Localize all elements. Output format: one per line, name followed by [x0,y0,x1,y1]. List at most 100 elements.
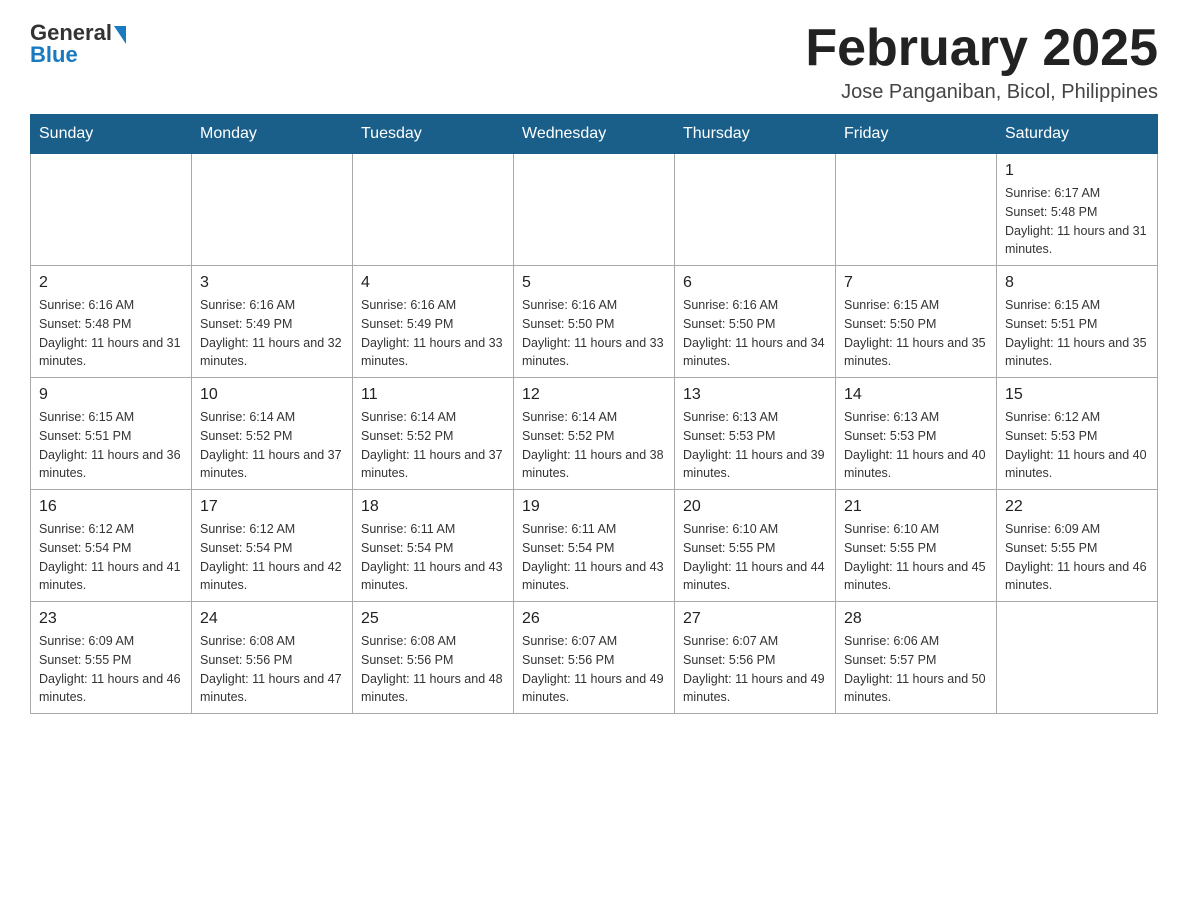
day-info: Sunrise: 6:08 AMSunset: 5:56 PMDaylight:… [361,632,505,707]
location-title: Jose Panganiban, Bicol, Philippines [805,81,1158,104]
day-number: 28 [844,610,988,628]
day-number: 6 [683,274,827,292]
day-info: Sunrise: 6:09 AMSunset: 5:55 PMDaylight:… [1005,520,1149,595]
day-info: Sunrise: 6:16 AMSunset: 5:49 PMDaylight:… [200,296,344,371]
header-sunday: Sunday [31,115,192,154]
header-tuesday: Tuesday [353,115,514,154]
day-info: Sunrise: 6:10 AMSunset: 5:55 PMDaylight:… [844,520,988,595]
day-number: 22 [1005,498,1149,516]
day-info: Sunrise: 6:10 AMSunset: 5:55 PMDaylight:… [683,520,827,595]
day-number: 13 [683,386,827,404]
header-wednesday: Wednesday [514,115,675,154]
page-header: General Blue February 2025 Jose Panganib… [30,20,1158,104]
day-number: 5 [522,274,666,292]
day-info: Sunrise: 6:14 AMSunset: 5:52 PMDaylight:… [522,408,666,483]
day-number: 21 [844,498,988,516]
day-number: 2 [39,274,183,292]
table-row: 13Sunrise: 6:13 AMSunset: 5:53 PMDayligh… [675,378,836,490]
table-row: 6 Sunrise: 6:16 AMSunset: 5:50 PMDaylight… [675,266,836,378]
day-number: 14 [844,386,988,404]
day-info: Sunrise: 6:16 AMSunset: 5:50 PMDaylight:… [683,296,827,371]
table-row: 26 Sunrise: 6:07 AMSunset: 5:56 PMDayligh… [514,602,675,714]
table-row: 16Sunrise: 6:12 AMSunset: 5:54 PMDayligh… [31,490,192,602]
calendar-table: Sunday Monday Tuesday Wednesday Thursday… [30,114,1158,714]
header-saturday: Saturday [997,115,1158,154]
table-row [192,154,353,266]
day-info: Sunrise: 6:09 AMSunset: 5:55 PMDaylight:… [39,632,183,707]
calendar-week-row: 23Sunrise: 6:09 AMSunset: 5:55 PMDayligh… [31,602,1158,714]
day-number: 19 [522,498,666,516]
day-number: 24 [200,610,344,628]
day-number: 7 [844,274,988,292]
calendar-week-row: 2 Sunrise: 6:16 AMSunset: 5:48 PMDaylight… [31,266,1158,378]
day-info: Sunrise: 6:07 AMSunset: 5:56 PMDaylight:… [683,632,827,707]
table-row: 8 Sunrise: 6:15 AMSunset: 5:51 PMDaylight… [997,266,1158,378]
day-info: Sunrise: 6:15 AMSunset: 5:51 PMDaylight:… [1005,296,1149,371]
day-info: Sunrise: 6:13 AMSunset: 5:53 PMDaylight:… [844,408,988,483]
table-row: 7 Sunrise: 6:15 AMSunset: 5:50 PMDaylight… [836,266,997,378]
day-number: 1 [1005,162,1149,180]
day-info: Sunrise: 6:06 AMSunset: 5:57 PMDaylight:… [844,632,988,707]
table-row: 27Sunrise: 6:07 AMSunset: 5:56 PMDayligh… [675,602,836,714]
logo: General Blue [30,20,126,68]
day-info: Sunrise: 6:16 AMSunset: 5:49 PMDaylight:… [361,296,505,371]
day-number: 10 [200,386,344,404]
table-row: 3 Sunrise: 6:16 AMSunset: 5:49 PMDaylight… [192,266,353,378]
header-friday: Friday [836,115,997,154]
table-row [353,154,514,266]
table-row: 28 Sunrise: 6:06 AMSunset: 5:57 PMDayligh… [836,602,997,714]
table-row: 19 Sunrise: 6:11 AMSunset: 5:54 PMDayligh… [514,490,675,602]
header-monday: Monday [192,115,353,154]
day-info: Sunrise: 6:16 AMSunset: 5:48 PMDaylight:… [39,296,183,371]
header-thursday: Thursday [675,115,836,154]
day-number: 9 [39,386,183,404]
day-info: Sunrise: 6:16 AMSunset: 5:50 PMDaylight:… [522,296,666,371]
day-number: 3 [200,274,344,292]
day-number: 12 [522,386,666,404]
table-row: 2 Sunrise: 6:16 AMSunset: 5:48 PMDaylight… [31,266,192,378]
table-row: 9 Sunrise: 6:15 AMSunset: 5:51 PMDaylight… [31,378,192,490]
day-info: Sunrise: 6:17 AMSunset: 5:48 PMDaylight:… [1005,184,1149,259]
table-row: 1 Sunrise: 6:17 AMSunset: 5:48 PMDaylight… [997,154,1158,266]
day-info: Sunrise: 6:11 AMSunset: 5:54 PMDaylight:… [361,520,505,595]
day-info: Sunrise: 6:15 AMSunset: 5:50 PMDaylight:… [844,296,988,371]
day-info: Sunrise: 6:07 AMSunset: 5:56 PMDaylight:… [522,632,666,707]
table-row: 22 Sunrise: 6:09 AMSunset: 5:55 PMDayligh… [997,490,1158,602]
day-info: Sunrise: 6:12 AMSunset: 5:54 PMDaylight:… [39,520,183,595]
table-row: 20 Sunrise: 6:10 AMSunset: 5:55 PMDayligh… [675,490,836,602]
table-row: 25 Sunrise: 6:08 AMSunset: 5:56 PMDayligh… [353,602,514,714]
table-row: 10 Sunrise: 6:14 AMSunset: 5:52 PMDayligh… [192,378,353,490]
table-row: 24Sunrise: 6:08 AMSunset: 5:56 PMDayligh… [192,602,353,714]
day-number: 8 [1005,274,1149,292]
day-info: Sunrise: 6:12 AMSunset: 5:54 PMDaylight:… [200,520,344,595]
table-row: 21 Sunrise: 6:10 AMSunset: 5:55 PMDayligh… [836,490,997,602]
day-number: 4 [361,274,505,292]
day-number: 11 [361,386,505,404]
calendar-week-row: 1 Sunrise: 6:17 AMSunset: 5:48 PMDaylight… [31,154,1158,266]
day-info: Sunrise: 6:14 AMSunset: 5:52 PMDaylight:… [361,408,505,483]
table-row: 17 Sunrise: 6:12 AMSunset: 5:54 PMDayligh… [192,490,353,602]
logo-blue-text: Blue [30,42,78,68]
logo-arrow-icon [114,26,126,44]
table-row: 5 Sunrise: 6:16 AMSunset: 5:50 PMDaylight… [514,266,675,378]
day-info: Sunrise: 6:11 AMSunset: 5:54 PMDaylight:… [522,520,666,595]
table-row [997,602,1158,714]
title-section: February 2025 Jose Panganiban, Bicol, Ph… [805,20,1158,104]
table-row: 14 Sunrise: 6:13 AMSunset: 5:53 PMDayligh… [836,378,997,490]
day-info: Sunrise: 6:12 AMSunset: 5:53 PMDaylight:… [1005,408,1149,483]
day-number: 25 [361,610,505,628]
table-row [836,154,997,266]
table-row [31,154,192,266]
month-title: February 2025 [805,20,1158,77]
calendar-header-row: Sunday Monday Tuesday Wednesday Thursday… [31,115,1158,154]
day-info: Sunrise: 6:15 AMSunset: 5:51 PMDaylight:… [39,408,183,483]
day-number: 26 [522,610,666,628]
table-row: 23Sunrise: 6:09 AMSunset: 5:55 PMDayligh… [31,602,192,714]
calendar-week-row: 9 Sunrise: 6:15 AMSunset: 5:51 PMDaylight… [31,378,1158,490]
day-number: 17 [200,498,344,516]
table-row: 4 Sunrise: 6:16 AMSunset: 5:49 PMDaylight… [353,266,514,378]
table-row [514,154,675,266]
table-row: 12 Sunrise: 6:14 AMSunset: 5:52 PMDayligh… [514,378,675,490]
day-number: 20 [683,498,827,516]
day-info: Sunrise: 6:14 AMSunset: 5:52 PMDaylight:… [200,408,344,483]
